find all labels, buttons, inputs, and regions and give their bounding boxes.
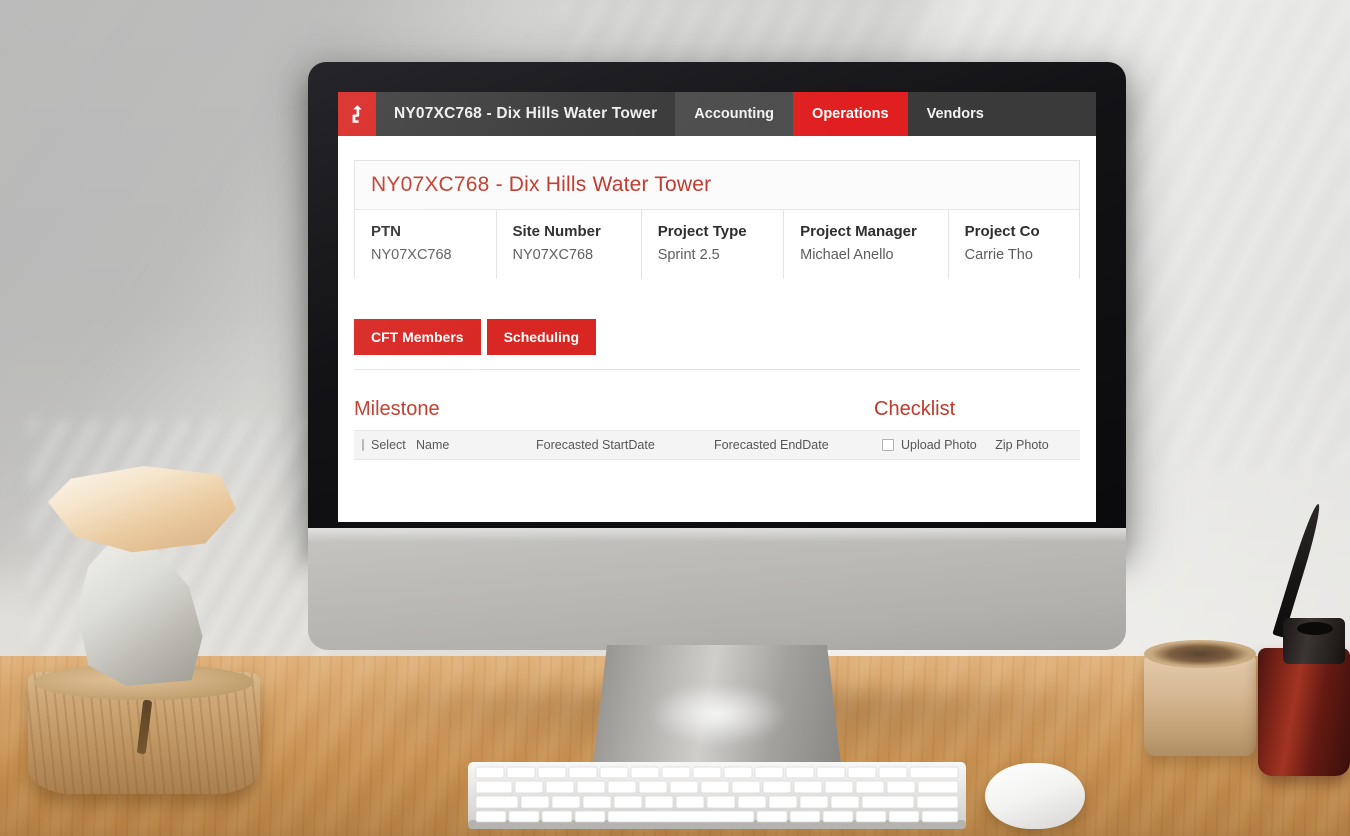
checklist-col-zip-photo[interactable]: Zip Photo (985, 438, 1080, 452)
checklist-section: Checklist Upload Photo Zip Photo (874, 398, 1080, 460)
monitor-stand-reflection (648, 688, 788, 746)
field-project-type-value: Sprint 2.5 (657, 247, 720, 263)
monitor-screen: NY07XC768 - Dix Hills Water Tower Accoun… (338, 92, 1096, 522)
field-project-coordinator-label: Project Co (964, 223, 1040, 240)
field-ptn: PTN NY07XC768 (355, 210, 497, 279)
action-button-bar: CFT Members Scheduling (354, 313, 1080, 370)
page-title: NY07XC768 - Dix Hills Water Tower (355, 161, 1079, 210)
app-logo[interactable] (338, 92, 376, 136)
cft-members-button[interactable]: CFT Members (354, 319, 481, 355)
milestone-title: Milestone (354, 398, 440, 420)
field-project-type-label: Project Type (657, 223, 747, 240)
nav-tab-accounting[interactable]: Accounting (675, 92, 794, 136)
milestone-col-select: Select (371, 438, 406, 452)
nav-tab-vendors[interactable]: Vendors (907, 92, 1003, 136)
mouse[interactable] (985, 763, 1085, 829)
monitor-chin (308, 528, 1126, 650)
dark-red-glass-vase (1258, 648, 1350, 776)
nav-filler (1002, 92, 1096, 136)
field-ptn-label: PTN (371, 223, 401, 240)
tables-area: Milestone Select Name Forecasted StartDa… (338, 398, 1096, 460)
checkbox-icon[interactable] (882, 439, 894, 451)
field-site-number-value: NY07XC768 (512, 247, 594, 263)
section-gap (338, 279, 1096, 313)
field-project-coordinator-value: Carrie Tho (964, 247, 1033, 263)
desk-scene: NY07XC768 - Dix Hills Water Tower Accoun… (0, 0, 1350, 836)
monitor-chin-highlight (308, 528, 1126, 542)
project-summary-panel: NY07XC768 - Dix Hills Water Tower PTN NY… (354, 160, 1080, 279)
nav-tab-operations[interactable]: Operations (793, 92, 908, 136)
checklist-title: Checklist (874, 398, 956, 420)
milestone-section: Milestone Select Name Forecasted StartDa… (354, 398, 874, 460)
milestone-col-name[interactable]: Name (406, 438, 526, 452)
scheduling-button[interactable]: Scheduling (486, 319, 597, 355)
field-project-manager-value: Michael Anello (800, 247, 894, 263)
top-spacer (338, 136, 1096, 160)
milestone-col-forecasted-enddate[interactable]: Forecasted EndDate (704, 438, 854, 452)
arrow-up-hook-logo-icon (349, 104, 365, 124)
milestone-table-header: Select Name Forecasted StartDate Forecas… (354, 430, 874, 460)
project-fields-row: PTN NY07XC768 Site Number NY07XC768 Proj… (355, 210, 1079, 279)
field-ptn-value: NY07XC768 (371, 247, 452, 263)
page-body: NY07XC768 - Dix Hills Water Tower PTN NY… (338, 136, 1096, 460)
field-project-manager: Project Manager Michael Anello (784, 210, 949, 279)
field-project-manager-label: Project Manager (800, 223, 917, 240)
checklist-col-upload-photo: Upload Photo (901, 438, 977, 452)
milestone-select-all-cell[interactable]: Select (354, 438, 406, 452)
field-project-type: Project Type Sprint 2.5 (642, 210, 785, 279)
milestone-col-forecasted-startdate[interactable]: Forecasted StartDate (526, 438, 704, 452)
field-site-number: Site Number NY07XC768 (497, 210, 642, 279)
top-navigation-bar: NY07XC768 - Dix Hills Water Tower Accoun… (338, 92, 1096, 136)
field-site-number-label: Site Number (512, 223, 601, 240)
section-gap-2 (338, 370, 1096, 398)
field-project-coordinator: Project Co Carrie Tho (949, 210, 1079, 279)
checklist-upload-photo-cell[interactable]: Upload Photo (874, 438, 985, 452)
keyboard[interactable] (468, 758, 968, 836)
vase-opening (1297, 622, 1333, 635)
wooden-bowl-rim (1144, 640, 1256, 668)
nav-project-title: NY07XC768 - Dix Hills Water Tower (376, 92, 676, 136)
checklist-table-header: Upload Photo Zip Photo (874, 430, 1080, 460)
